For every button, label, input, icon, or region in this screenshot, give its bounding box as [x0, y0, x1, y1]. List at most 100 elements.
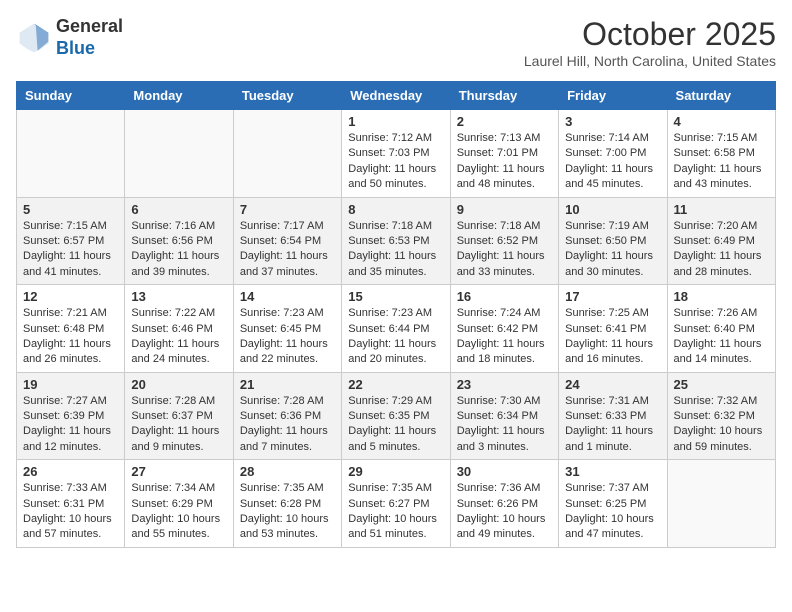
day-info: Sunrise: 7:29 AM Sunset: 6:35 PM Dayligh… — [348, 394, 443, 456]
calendar-cell: 31 Sunrise: 7:37 AM Sunset: 6:25 PM Dayli… — [559, 460, 667, 548]
day-info: Sunrise: 7:27 AM Sunset: 6:39 PM Dayligh… — [23, 394, 118, 456]
day-info: Sunrise: 7:33 AM Sunset: 6:31 PM Dayligh… — [23, 481, 118, 543]
calendar-cell: 17Sunrise: 7:25 AM Sunset: 6:41 PM Dayli… — [559, 285, 667, 373]
logo-icon — [16, 20, 52, 56]
day-number: 13 — [131, 289, 226, 304]
day-info: Sunrise: 7:28 AM Sunset: 6:37 PM Dayligh… — [131, 394, 226, 456]
day-info: Sunrise: 7:28 AM Sunset: 6:36 PM Dayligh… — [240, 394, 335, 456]
day-number: 4 — [674, 114, 769, 129]
calendar-cell: 29 Sunrise: 7:35 AM Sunset: 6:27 PM Dayli… — [342, 460, 450, 548]
day-number: 5 — [23, 202, 118, 217]
calendar-cell: 2 Sunrise: 7:13 AM Sunset: 7:01 PM Daylig… — [450, 110, 558, 198]
calendar-week-row: 12 Sunrise: 7:21 AM Sunset: 6:48 PM Dayli… — [17, 285, 776, 373]
calendar-week-row: 1 Sunrise: 7:12 AM Sunset: 7:03 PM Daylig… — [17, 110, 776, 198]
calendar-week-row: 5Sunrise: 7:15 AM Sunset: 6:57 PM Daylig… — [17, 197, 776, 285]
day-info: Sunrise: 7:26 AM Sunset: 6:40 PM Dayligh… — [674, 306, 769, 368]
calendar-cell: 13 Sunrise: 7:22 AM Sunset: 6:46 PM Dayli… — [125, 285, 233, 373]
calendar-cell: 15 Sunrise: 7:23 AM Sunset: 6:44 PM Dayli… — [342, 285, 450, 373]
logo: General Blue — [16, 16, 123, 59]
calendar-cell: 9 Sunrise: 7:18 AM Sunset: 6:52 PM Daylig… — [450, 197, 558, 285]
day-info: Sunrise: 7:15 AM Sunset: 6:58 PM Dayligh… — [674, 131, 769, 193]
day-number: 9 — [457, 202, 552, 217]
calendar-cell: 14 Sunrise: 7:23 AM Sunset: 6:45 PM Dayli… — [233, 285, 341, 373]
day-number: 24 — [565, 377, 660, 392]
day-number: 2 — [457, 114, 552, 129]
day-info: Sunrise: 7:13 AM Sunset: 7:01 PM Dayligh… — [457, 131, 552, 193]
day-info: Sunrise: 7:18 AM Sunset: 6:53 PM Dayligh… — [348, 219, 443, 281]
weekday-header-wednesday: Wednesday — [342, 82, 450, 110]
calendar-cell — [125, 110, 233, 198]
day-number: 18 — [674, 289, 769, 304]
day-number: 12 — [23, 289, 118, 304]
day-number: 7 — [240, 202, 335, 217]
day-number: 6 — [131, 202, 226, 217]
calendar-cell: 12 Sunrise: 7:21 AM Sunset: 6:48 PM Dayli… — [17, 285, 125, 373]
location-subtitle: Laurel Hill, North Carolina, United Stat… — [524, 53, 776, 69]
day-number: 10 — [565, 202, 660, 217]
day-info: Sunrise: 7:18 AM Sunset: 6:52 PM Dayligh… — [457, 219, 552, 281]
title-block: October 2025 Laurel Hill, North Carolina… — [524, 16, 776, 69]
day-number: 28 — [240, 464, 335, 479]
day-info: Sunrise: 7:35 AM Sunset: 6:27 PM Dayligh… — [348, 481, 443, 543]
day-info: Sunrise: 7:16 AM Sunset: 6:56 PM Dayligh… — [131, 219, 226, 281]
day-number: 22 — [348, 377, 443, 392]
day-info: Sunrise: 7:21 AM Sunset: 6:48 PM Dayligh… — [23, 306, 118, 368]
day-number: 23 — [457, 377, 552, 392]
calendar-cell: 16 Sunrise: 7:24 AM Sunset: 6:42 PM Dayli… — [450, 285, 558, 373]
calendar-cell: 11 Sunrise: 7:20 AM Sunset: 6:49 PM Dayli… — [667, 197, 775, 285]
day-info: Sunrise: 7:37 AM Sunset: 6:25 PM Dayligh… — [565, 481, 660, 543]
day-number: 11 — [674, 202, 769, 217]
weekday-header-sunday: Sunday — [17, 82, 125, 110]
calendar-cell — [17, 110, 125, 198]
day-number: 29 — [348, 464, 443, 479]
day-number: 27 — [131, 464, 226, 479]
logo-blue-text: Blue — [56, 38, 123, 60]
logo-general-text: General — [56, 16, 123, 38]
calendar-cell: 19 Sunrise: 7:27 AM Sunset: 6:39 PM Dayli… — [17, 372, 125, 460]
calendar-cell: 8 Sunrise: 7:18 AM Sunset: 6:53 PM Daylig… — [342, 197, 450, 285]
calendar-cell: 20 Sunrise: 7:28 AM Sunset: 6:37 PM Dayli… — [125, 372, 233, 460]
calendar-cell: 25Sunrise: 7:32 AM Sunset: 6:32 PM Dayli… — [667, 372, 775, 460]
day-number: 31 — [565, 464, 660, 479]
calendar-week-row: 19 Sunrise: 7:27 AM Sunset: 6:39 PM Dayli… — [17, 372, 776, 460]
calendar-cell: 18 Sunrise: 7:26 AM Sunset: 6:40 PM Dayli… — [667, 285, 775, 373]
day-number: 15 — [348, 289, 443, 304]
calendar-cell: 10 Sunrise: 7:19 AM Sunset: 6:50 PM Dayli… — [559, 197, 667, 285]
day-info: Sunrise: 7:36 AM Sunset: 6:26 PM Dayligh… — [457, 481, 552, 543]
day-number: 8 — [348, 202, 443, 217]
day-info: Sunrise: 7:22 AM Sunset: 6:46 PM Dayligh… — [131, 306, 226, 368]
day-number: 14 — [240, 289, 335, 304]
day-info: Sunrise: 7:24 AM Sunset: 6:42 PM Dayligh… — [457, 306, 552, 368]
day-number: 3 — [565, 114, 660, 129]
calendar-cell: 24Sunrise: 7:31 AM Sunset: 6:33 PM Dayli… — [559, 372, 667, 460]
day-info: Sunrise: 7:20 AM Sunset: 6:49 PM Dayligh… — [674, 219, 769, 281]
calendar-cell: 27 Sunrise: 7:34 AM Sunset: 6:29 PM Dayli… — [125, 460, 233, 548]
calendar-cell: 6 Sunrise: 7:16 AM Sunset: 6:56 PM Daylig… — [125, 197, 233, 285]
day-info: Sunrise: 7:23 AM Sunset: 6:44 PM Dayligh… — [348, 306, 443, 368]
day-info: Sunrise: 7:23 AM Sunset: 6:45 PM Dayligh… — [240, 306, 335, 368]
day-number: 16 — [457, 289, 552, 304]
day-number: 30 — [457, 464, 552, 479]
calendar-cell: 7Sunrise: 7:17 AM Sunset: 6:54 PM Daylig… — [233, 197, 341, 285]
calendar-cell — [667, 460, 775, 548]
day-number: 1 — [348, 114, 443, 129]
calendar-cell: 5Sunrise: 7:15 AM Sunset: 6:57 PM Daylig… — [17, 197, 125, 285]
calendar-cell — [233, 110, 341, 198]
day-number: 20 — [131, 377, 226, 392]
day-number: 19 — [23, 377, 118, 392]
page-header: General Blue October 2025 Laurel Hill, N… — [16, 16, 776, 69]
calendar-cell: 26 Sunrise: 7:33 AM Sunset: 6:31 PM Dayli… — [17, 460, 125, 548]
month-title: October 2025 — [524, 16, 776, 53]
calendar-cell: 3Sunrise: 7:14 AM Sunset: 7:00 PM Daylig… — [559, 110, 667, 198]
weekday-header-friday: Friday — [559, 82, 667, 110]
day-info: Sunrise: 7:12 AM Sunset: 7:03 PM Dayligh… — [348, 131, 443, 193]
day-number: 26 — [23, 464, 118, 479]
day-info: Sunrise: 7:30 AM Sunset: 6:34 PM Dayligh… — [457, 394, 552, 456]
day-info: Sunrise: 7:34 AM Sunset: 6:29 PM Dayligh… — [131, 481, 226, 543]
weekday-header-saturday: Saturday — [667, 82, 775, 110]
calendar-cell: 28Sunrise: 7:35 AM Sunset: 6:28 PM Dayli… — [233, 460, 341, 548]
day-info: Sunrise: 7:25 AM Sunset: 6:41 PM Dayligh… — [565, 306, 660, 368]
calendar-cell: 23 Sunrise: 7:30 AM Sunset: 6:34 PM Dayli… — [450, 372, 558, 460]
calendar-cell: 1 Sunrise: 7:12 AM Sunset: 7:03 PM Daylig… — [342, 110, 450, 198]
day-info: Sunrise: 7:19 AM Sunset: 6:50 PM Dayligh… — [565, 219, 660, 281]
